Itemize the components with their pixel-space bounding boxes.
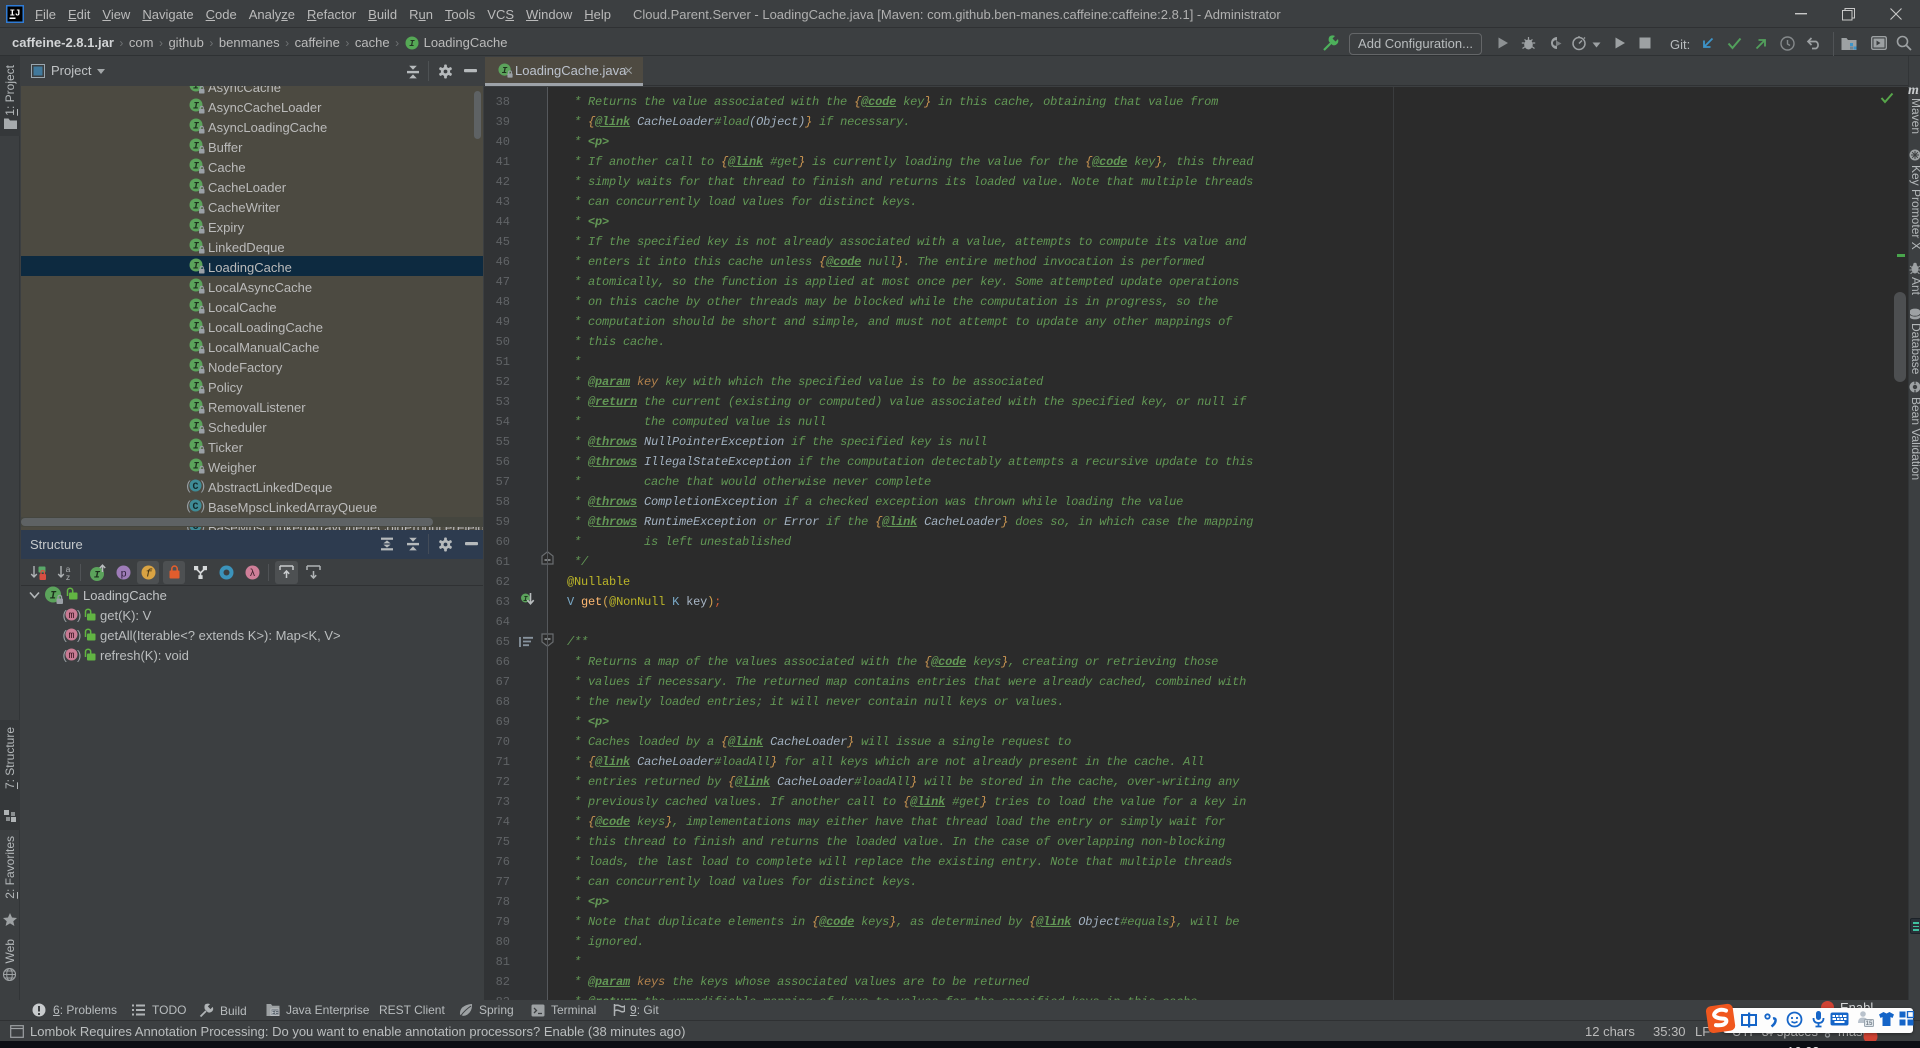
svg-text:I: I (409, 39, 415, 49)
svg-text:C: C (192, 502, 198, 513)
svg-text:I: I (193, 202, 199, 213)
svg-text:λ: λ (249, 568, 255, 580)
svg-text:I: I (193, 162, 199, 173)
svg-text:z: z (66, 572, 70, 581)
svg-text:IJ: IJ (10, 9, 21, 19)
svg-text:I: I (193, 402, 199, 413)
svg-text:): ) (201, 498, 205, 513)
svg-text:I: I (193, 362, 199, 373)
svg-text:f: f (145, 569, 152, 580)
svg-text:15: 15 (1866, 1021, 1873, 1027)
svg-text:I: I (193, 182, 199, 193)
svg-text:I: I (193, 342, 199, 353)
svg-text:m: m (68, 631, 74, 642)
svg-text:): ) (201, 478, 205, 493)
svg-text:I: I (193, 382, 199, 393)
svg-text:I: I (193, 322, 199, 333)
svg-text:): ) (77, 648, 81, 663)
svg-text:I: I (193, 142, 199, 153)
svg-text:m: m (68, 651, 74, 662)
svg-text:I: I (193, 242, 199, 253)
svg-text:I: I (193, 302, 199, 313)
svg-text:I: I (502, 65, 508, 76)
svg-text:I: I (193, 442, 199, 453)
svg-text:I: I (193, 262, 199, 273)
svg-text:I: I (193, 462, 199, 473)
svg-text:I: I (193, 282, 199, 293)
svg-text:EE: EE (271, 1010, 279, 1016)
svg-text:I: I (193, 102, 199, 113)
svg-text:): ) (77, 608, 81, 623)
svg-text:I: I (50, 591, 57, 603)
svg-text:I: I (193, 222, 199, 233)
svg-text:I: I (94, 570, 101, 582)
svg-text:I: I (193, 86, 199, 93)
svg-text:I: I (523, 596, 528, 604)
svg-text:I: I (193, 122, 199, 133)
svg-text:I: I (193, 422, 199, 433)
svg-text:p: p (120, 568, 126, 580)
svg-text:C: C (192, 482, 198, 493)
svg-text:m: m (68, 611, 74, 622)
svg-text:): ) (77, 628, 81, 643)
